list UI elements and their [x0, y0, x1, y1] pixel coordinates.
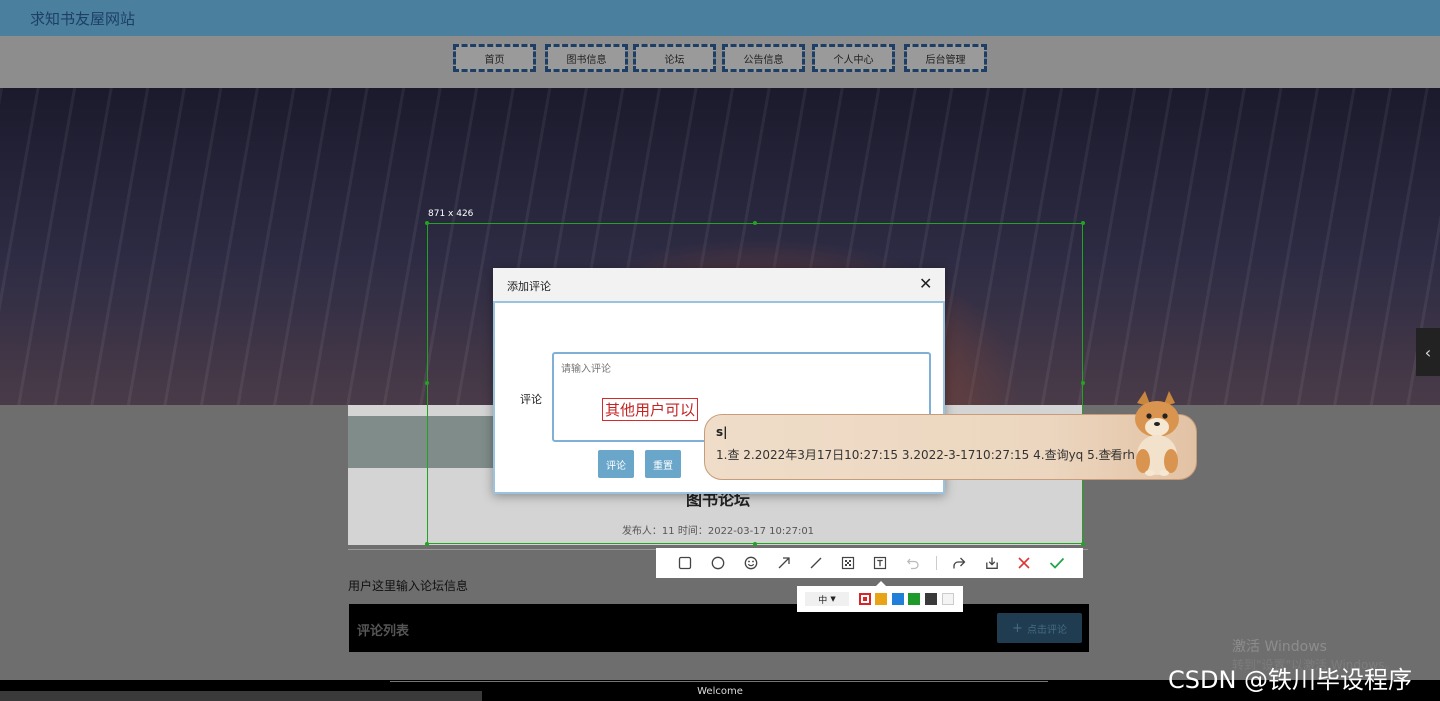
resize-handle[interactable] [753, 542, 757, 546]
ime-page-arrows-icon[interactable]: ‹› [1104, 446, 1113, 459]
nav-item-forum[interactable]: 论坛 [633, 44, 716, 72]
color-swatch-green[interactable] [908, 593, 920, 605]
nav-bar: 首页 图书信息 论坛 公告信息 个人中心 后台管理 [0, 36, 1440, 88]
font-size-value: 中 [818, 595, 828, 606]
nav-item-notices[interactable]: 公告信息 [722, 44, 805, 72]
site-header [0, 0, 1440, 36]
cancel-icon[interactable] [1015, 554, 1033, 572]
download-icon[interactable] [983, 554, 1001, 572]
nav-item-home[interactable]: 首页 [453, 44, 536, 72]
reset-button[interactable]: 重置 [645, 450, 681, 478]
resize-handle[interactable] [425, 221, 429, 225]
dialog-title: 添加评论 [507, 280, 551, 293]
text-annotation[interactable]: 其他用户可以 [602, 398, 699, 421]
add-comment-button[interactable]: + 点击评论 [997, 613, 1082, 643]
forum-content: 用户这里输入论坛信息 [348, 579, 469, 593]
chevron-left-icon: ‹ [1424, 342, 1432, 362]
color-swatch-blue[interactable] [892, 593, 904, 605]
share-icon[interactable] [950, 554, 968, 572]
nav-item-books[interactable]: 图书信息 [545, 44, 628, 72]
color-swatch-black[interactable] [925, 593, 937, 605]
ime-candidates[interactable]: 1.查 2.2022年3月17日10:27:15 3.2022-3-1710:2… [716, 446, 1135, 463]
status-bar [0, 691, 482, 701]
comments-title: 评论列表 [357, 624, 410, 639]
mosaic-icon[interactable] [839, 554, 857, 572]
windows-activation-watermark: 激活 Windows [1232, 639, 1327, 655]
resize-handle[interactable] [425, 381, 429, 385]
text-icon[interactable] [871, 554, 889, 572]
selection-size-label: 871 x 426 [428, 209, 474, 219]
resize-handle[interactable] [1081, 381, 1085, 385]
submit-comment-button[interactable]: 评论 [598, 450, 634, 478]
resize-handle[interactable] [753, 221, 757, 225]
site-title[interactable]: 求知书友屋网站 [30, 8, 135, 29]
plus-icon: + [1012, 620, 1023, 636]
color-swatch-orange[interactable] [875, 593, 887, 605]
shiba-dog-mascot-icon [1135, 391, 1179, 476]
nav-item-admin[interactable]: 后台管理 [904, 44, 987, 72]
confirm-icon[interactable] [1048, 554, 1066, 572]
ime-candidate-window: s| 1.查 2.2022年3月17日10:27:15 3.2022-3-171… [704, 391, 1197, 480]
footer-divider [390, 681, 1048, 682]
csdn-watermark: CSDN @铁川毕设程序 [1168, 666, 1413, 694]
ime-composition: s| [716, 425, 728, 439]
circle-icon[interactable] [709, 554, 727, 572]
font-size-select[interactable]: 中 ▼ [805, 592, 849, 606]
color-swatch-red[interactable] [859, 593, 871, 605]
comments-header [349, 604, 1089, 652]
caret-down-icon: ▼ [830, 595, 836, 603]
annotation-toolbar [656, 548, 1083, 578]
toolbar-divider [936, 556, 937, 570]
nav-item-profile[interactable]: 个人中心 [812, 44, 895, 72]
emoji-icon[interactable] [742, 554, 760, 572]
rectangle-icon[interactable] [676, 554, 694, 572]
close-icon[interactable]: ✕ [919, 274, 932, 293]
undo-icon[interactable] [904, 554, 922, 572]
dialog-header: 添加评论 ✕ [493, 268, 945, 302]
resize-handle[interactable] [1081, 542, 1085, 546]
resize-handle[interactable] [1081, 221, 1085, 225]
arrow-icon[interactable] [775, 554, 793, 572]
sidebar-collapse-button[interactable]: ‹ [1416, 328, 1440, 376]
color-size-panel: 中 ▼ [797, 586, 963, 612]
add-comment-label: 点击评论 [1026, 624, 1067, 636]
resize-handle[interactable] [425, 542, 429, 546]
comment-label: 评论 [520, 393, 542, 406]
line-icon[interactable] [807, 554, 825, 572]
color-swatch-white[interactable] [942, 593, 954, 605]
